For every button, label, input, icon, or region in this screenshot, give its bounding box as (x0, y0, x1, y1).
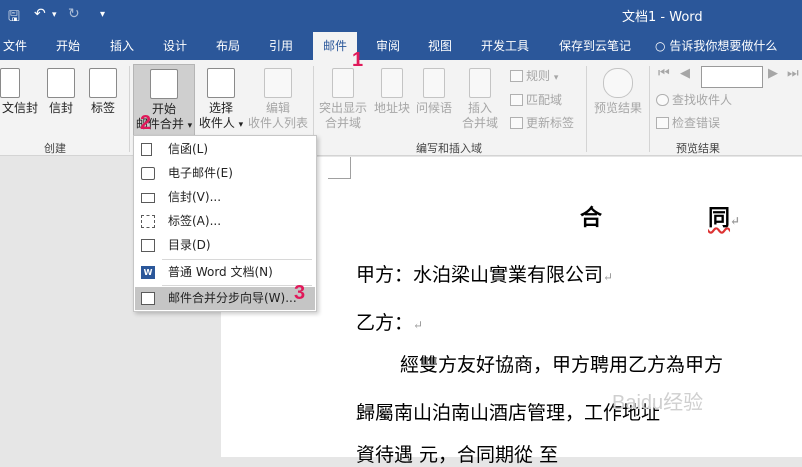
step-number-3: 3 (294, 282, 306, 304)
record-number-input[interactable] (701, 66, 763, 88)
chevron-down-icon: ▾ (238, 120, 244, 130)
party-b-line: 乙方：↵ (356, 312, 424, 334)
mail-merge-icon (150, 69, 178, 99)
margin-corner-mark (350, 157, 351, 179)
customize-icon[interactable]: ▾ (100, 9, 105, 20)
tab-developer[interactable]: 开发工具 (472, 32, 538, 60)
word-document-icon: W (141, 266, 155, 279)
check-errors-button[interactable]: 检查错误 (656, 113, 720, 133)
preview-icon (603, 68, 633, 98)
lightbulb-icon: ○ (655, 39, 666, 53)
recipients-icon (207, 68, 235, 98)
undo-dropdown-icon[interactable]: ▾ (52, 10, 57, 20)
tab-design[interactable]: 设计 (155, 32, 195, 60)
preview-results-button[interactable]: 预览结果 (590, 68, 646, 116)
last-record-icon[interactable]: ⏭ (787, 66, 799, 81)
group-divider (586, 66, 587, 152)
group-divider (649, 66, 650, 152)
labels-button[interactable]: 标签 (86, 68, 120, 116)
menu-item-envelopes[interactable]: 信封(V)... (135, 186, 315, 209)
tab-file[interactable]: 文件 (0, 32, 30, 60)
labels-icon (141, 215, 155, 228)
save-icon[interactable]: 🖫 (8, 6, 20, 30)
tab-review[interactable]: 审阅 (368, 32, 408, 60)
match-fields-icon (510, 94, 523, 106)
margin-corner-mark (328, 178, 350, 179)
highlight-fields-icon (332, 68, 354, 98)
insert-field-icon (469, 68, 491, 98)
contract-title-left: 合 (580, 205, 603, 231)
menu-item-email[interactable]: 电子邮件(E) (135, 162, 315, 185)
tab-view[interactable]: 视图 (420, 32, 460, 60)
edit-recipient-list-button[interactable]: 编辑 收件人列表 (246, 68, 310, 131)
redo-icon[interactable]: ↻ (68, 6, 80, 22)
rules-button[interactable]: 规则 ▾ (510, 66, 558, 86)
chevron-down-icon: ▾ (553, 73, 559, 83)
check-errors-icon (656, 117, 669, 129)
wizard-icon (141, 292, 155, 305)
paragraph-line-1: 經雙方友好協商，甲方聘用乙方為甲方 (400, 354, 724, 376)
menu-separator (162, 259, 312, 260)
first-record-icon[interactable]: ⏮ (658, 66, 670, 81)
address-block-button[interactable]: 地址块 (372, 68, 412, 116)
letter-icon (47, 68, 75, 98)
insert-merge-field-button[interactable]: 插入 合并域 (456, 68, 504, 131)
address-block-icon (381, 68, 403, 98)
step-number-2: 2 (140, 112, 152, 134)
edit-list-icon (264, 68, 292, 98)
letters-button[interactable]: 信封 (44, 68, 78, 116)
labels-icon (89, 68, 117, 98)
directory-icon (141, 239, 155, 252)
tab-home[interactable]: 开始 (48, 32, 88, 60)
menu-item-mail-merge-wizard[interactable]: 邮件合并分步向导(W)... (135, 287, 315, 310)
tab-layout[interactable]: 布局 (208, 32, 248, 60)
ribbon-tabs: 文件 开始 插入 设计 布局 引用 邮件 审阅 视图 开发工具 保存到云笔记 ○… (0, 32, 802, 60)
email-icon (141, 167, 155, 180)
greeting-line-icon (423, 68, 445, 98)
tab-references[interactable]: 引用 (261, 32, 301, 60)
menu-item-letters[interactable]: 信函(L) (135, 138, 315, 161)
next-record-icon[interactable]: ▶ (768, 66, 778, 81)
envelopes-button[interactable]: 文信封 (0, 68, 40, 116)
tab-save-cloud[interactable]: 保存到云笔记 (550, 32, 640, 60)
watermark: Baidu经验 (612, 392, 704, 414)
paragraph-line-3: 資待遇 元，合同期從 至 (356, 444, 559, 466)
tell-me-box[interactable]: ○ 告诉我你想要做什么 (655, 32, 802, 60)
party-a-line: 甲方：水泊梁山實業有限公司↵ (356, 264, 614, 286)
envelope-icon (141, 193, 155, 203)
group-divider (129, 66, 130, 152)
previous-record-icon[interactable]: ◀ (680, 66, 690, 81)
menu-item-labels[interactable]: 标签(A)... (135, 210, 315, 233)
menu-separator (162, 285, 312, 286)
group-create-label: 创建 (44, 142, 66, 155)
window-title: 文档1 - Word (622, 10, 703, 25)
group-preview-label: 预览结果 (676, 142, 720, 155)
contract-title-right: 同↵ (708, 205, 741, 231)
greeting-line-button[interactable]: 问候语 (414, 68, 454, 116)
start-mail-merge-menu: 信函(L) 电子邮件(E) 信封(V)... 标签(A)... 目录(D) W普… (133, 135, 317, 312)
chevron-down-icon: ▾ (187, 121, 193, 131)
menu-item-normal-word-document[interactable]: W 普通 Word 文档(N) (135, 261, 315, 284)
tell-me-label: 告诉我你想要做什么 (669, 39, 778, 53)
tab-insert[interactable]: 插入 (102, 32, 142, 60)
envelope-icon (0, 68, 20, 98)
undo-icon[interactable]: ↶ (34, 6, 46, 22)
group-write-insert-label: 编写和插入域 (416, 142, 482, 155)
menu-item-directory[interactable]: 目录(D) (135, 234, 315, 257)
update-labels-button[interactable]: 更新标签 (510, 113, 574, 133)
select-recipients-button[interactable]: 选择 收件人 ▾ (196, 68, 246, 133)
tab-mailings[interactable]: 邮件 (313, 32, 357, 60)
step-number-1: 1 (352, 49, 364, 71)
letter-icon (141, 143, 152, 156)
update-labels-icon (510, 117, 523, 129)
search-icon (656, 94, 669, 106)
highlight-merge-fields-button[interactable]: 突出显示 合并域 (316, 68, 370, 131)
rules-icon (510, 70, 523, 82)
match-fields-button[interactable]: 匹配域 (510, 90, 562, 110)
find-recipient-button[interactable]: 查找收件人 (656, 90, 732, 110)
title-bar: 🖫 ↶ ▾ ↻ ▾ 文档1 - Word (0, 0, 802, 32)
